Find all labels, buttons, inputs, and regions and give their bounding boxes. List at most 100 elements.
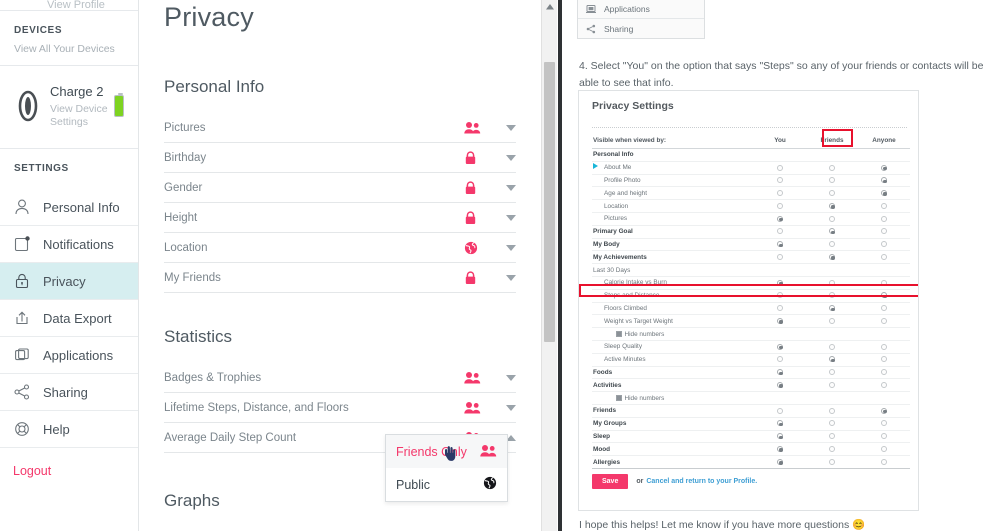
radio-friends[interactable] bbox=[806, 215, 858, 222]
radio-you[interactable] bbox=[754, 458, 806, 466]
radio-you[interactable] bbox=[754, 433, 806, 440]
radio-anyone[interactable] bbox=[858, 407, 910, 414]
radio-you[interactable] bbox=[754, 356, 806, 363]
radio-friends[interactable] bbox=[806, 241, 858, 248]
hide-numbers-checkbox[interactable] bbox=[616, 395, 622, 401]
radio-anyone[interactable] bbox=[858, 369, 910, 376]
radio-anyone[interactable] bbox=[858, 343, 910, 350]
radio-you[interactable] bbox=[754, 241, 806, 248]
radio-anyone[interactable] bbox=[858, 318, 910, 325]
radio-anyone[interactable] bbox=[858, 228, 910, 235]
radio-friends[interactable] bbox=[806, 292, 858, 299]
sidebar-view-profile-partial[interactable]: View Profile bbox=[0, 0, 138, 10]
radio-anyone[interactable] bbox=[858, 241, 910, 248]
table-row[interactable]: Sleep bbox=[592, 431, 910, 444]
radio-anyone[interactable] bbox=[858, 382, 910, 389]
table-row[interactable]: Floors Climbed bbox=[592, 303, 910, 316]
radio-anyone[interactable] bbox=[858, 177, 910, 184]
row-caret-down[interactable] bbox=[506, 124, 516, 131]
radio-friends[interactable] bbox=[806, 369, 858, 376]
radio-anyone[interactable] bbox=[858, 164, 910, 171]
radio-anyone[interactable] bbox=[858, 215, 910, 222]
radio-friends[interactable] bbox=[806, 305, 858, 312]
radio-friends[interactable] bbox=[806, 177, 858, 184]
radio-anyone[interactable] bbox=[858, 356, 910, 363]
radio-friends[interactable] bbox=[806, 318, 858, 325]
save-button[interactable]: Save bbox=[592, 474, 629, 489]
radio-anyone[interactable] bbox=[858, 190, 910, 197]
hide-numbers-checkbox[interactable] bbox=[616, 331, 622, 337]
radio-you[interactable] bbox=[754, 292, 806, 299]
privacy-row-gender[interactable]: Gender bbox=[164, 173, 516, 203]
radio-anyone[interactable] bbox=[858, 433, 910, 440]
view-all-devices-link[interactable]: View All Your Devices bbox=[14, 43, 124, 55]
radio-you[interactable] bbox=[754, 343, 806, 350]
sidebar-item-notifications[interactable]: Notifications bbox=[0, 226, 138, 263]
dropdown-option-public[interactable]: Public bbox=[386, 468, 507, 501]
radio-you[interactable] bbox=[754, 318, 806, 325]
radio-you[interactable] bbox=[754, 420, 806, 427]
row-caret-down[interactable] bbox=[506, 404, 516, 411]
scrollbar-thumb[interactable] bbox=[544, 62, 555, 342]
radio-friends[interactable] bbox=[806, 356, 858, 363]
row-caret-down[interactable] bbox=[506, 274, 516, 281]
main-scrollbar[interactable] bbox=[541, 0, 557, 531]
radio-friends[interactable] bbox=[806, 202, 858, 210]
sidebar-item-personal-info[interactable]: Personal Info bbox=[0, 189, 138, 226]
radio-anyone[interactable] bbox=[858, 292, 910, 299]
cancel-return-link[interactable]: Cancel and return to your Profile. bbox=[646, 478, 757, 485]
table-row[interactable]: Profile Photo bbox=[592, 175, 910, 188]
visibility-dropdown[interactable]: Friends Only Public bbox=[385, 434, 508, 502]
table-row[interactable]: About Me bbox=[592, 162, 910, 175]
table-row-hide-numbers[interactable]: Hide numbers bbox=[592, 392, 910, 405]
table-row[interactable]: Active Minutes bbox=[592, 354, 910, 367]
table-row[interactable]: My Achievements bbox=[592, 251, 910, 265]
sidebar-item-help[interactable]: Help bbox=[0, 411, 138, 448]
radio-friends[interactable] bbox=[806, 446, 858, 453]
row-caret-down[interactable] bbox=[506, 244, 516, 251]
table-row[interactable]: Primary Goal bbox=[592, 226, 910, 239]
table-row-hide-numbers[interactable]: Hide numbers bbox=[592, 328, 910, 341]
radio-you[interactable] bbox=[754, 215, 806, 222]
table-row[interactable]: Sleep Quality bbox=[592, 341, 910, 354]
sidebar-item-privacy[interactable]: Privacy bbox=[0, 263, 138, 300]
device-settings-link[interactable]: View Device Settings bbox=[50, 103, 114, 129]
logout-button[interactable]: Logout bbox=[0, 448, 138, 478]
row-caret-down[interactable] bbox=[506, 374, 516, 381]
radio-you[interactable] bbox=[754, 228, 806, 235]
privacy-row-pictures[interactable]: Pictures bbox=[164, 113, 516, 143]
radio-friends[interactable] bbox=[806, 343, 858, 350]
radio-you[interactable] bbox=[754, 305, 806, 312]
privacy-row-calories-graph[interactable]: Calories Intake and Burn Graph bbox=[164, 527, 516, 531]
radio-you[interactable] bbox=[754, 382, 806, 389]
privacy-row-badges-trophies[interactable]: Badges & Trophies bbox=[164, 363, 516, 393]
table-row-steps-and-distance[interactable]: Steps and Distance bbox=[592, 290, 910, 303]
mini-nav-item-applications[interactable]: Applications bbox=[578, 0, 704, 19]
radio-you[interactable] bbox=[754, 190, 806, 197]
sidebar-item-sharing[interactable]: Sharing bbox=[0, 374, 138, 411]
radio-you[interactable] bbox=[754, 202, 806, 210]
table-row[interactable]: Foods bbox=[592, 367, 910, 380]
radio-you[interactable] bbox=[754, 177, 806, 184]
radio-friends[interactable] bbox=[806, 433, 858, 440]
radio-you[interactable] bbox=[754, 254, 806, 261]
table-row[interactable]: Location bbox=[592, 200, 910, 213]
table-row[interactable]: Activities bbox=[592, 379, 910, 393]
row-caret-down[interactable] bbox=[506, 154, 516, 161]
sidebar-item-applications[interactable]: Applications bbox=[0, 337, 138, 374]
radio-anyone[interactable] bbox=[858, 458, 910, 466]
table-row[interactable]: Allergies bbox=[592, 456, 910, 469]
table-row[interactable]: Friends bbox=[592, 405, 910, 418]
radio-anyone[interactable] bbox=[858, 420, 910, 427]
sidebar-item-data-export[interactable]: Data Export bbox=[0, 300, 138, 337]
scroll-up-arrow-icon[interactable] bbox=[542, 0, 558, 14]
table-row[interactable]: Mood bbox=[592, 443, 910, 457]
mini-nav-item-sharing[interactable]: Sharing bbox=[578, 19, 704, 38]
privacy-row-birthday[interactable]: Birthday bbox=[164, 143, 516, 173]
radio-you[interactable] bbox=[754, 164, 806, 171]
radio-you[interactable] bbox=[754, 369, 806, 376]
radio-friends[interactable] bbox=[806, 420, 858, 427]
radio-anyone[interactable] bbox=[858, 279, 910, 286]
table-row[interactable]: Age and height bbox=[592, 187, 910, 201]
radio-you[interactable] bbox=[754, 407, 806, 414]
